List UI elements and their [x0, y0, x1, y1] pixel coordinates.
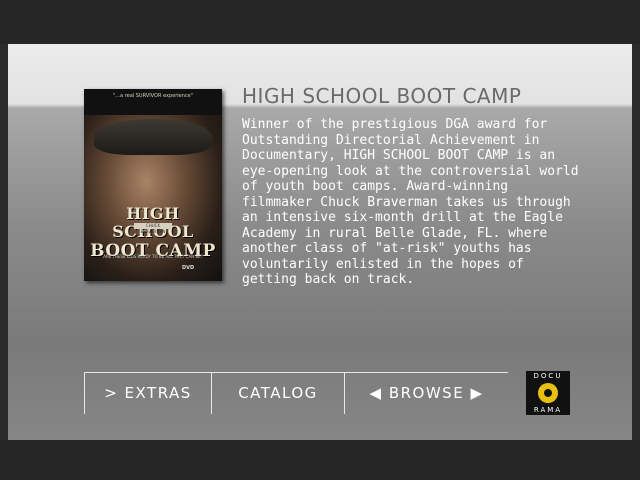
- browse-button[interactable]: ◀ BROWSE ▶: [345, 372, 508, 414]
- docurama-logo: DOCU RAMA: [526, 371, 570, 415]
- poster-director-tag: CHUCK BRAVERMAN: [134, 223, 172, 234]
- poster-quote: "...a real SURVIVOR experience": [112, 93, 194, 99]
- film-description: Winner of the prestigious DGA award for …: [242, 117, 579, 287]
- page-title: HIGH SCHOOL BOOT CAMP: [242, 84, 522, 108]
- bottom-menu: > EXTRAS CATALOG ◀ BROWSE ▶: [84, 372, 508, 414]
- logo-text-top: DOCU: [533, 372, 563, 380]
- top-letterbox-bar: [0, 0, 640, 44]
- extras-button[interactable]: > EXTRAS: [85, 372, 211, 414]
- poster-hat: [94, 119, 212, 155]
- bottom-letterbox-bar: [0, 440, 640, 480]
- logo-disc-icon: [538, 383, 558, 403]
- poster-tagline: ARE THESE KIDS READY TO BE ALL THEY CAN …: [103, 254, 203, 259]
- poster-dvd-logo: DVD: [182, 265, 195, 271]
- logo-text-bottom: RAMA: [533, 406, 563, 414]
- dvd-cover-image: "...a real SURVIVOR experience" HIGH SCH…: [84, 89, 222, 281]
- catalog-button[interactable]: CATALOG: [212, 372, 344, 414]
